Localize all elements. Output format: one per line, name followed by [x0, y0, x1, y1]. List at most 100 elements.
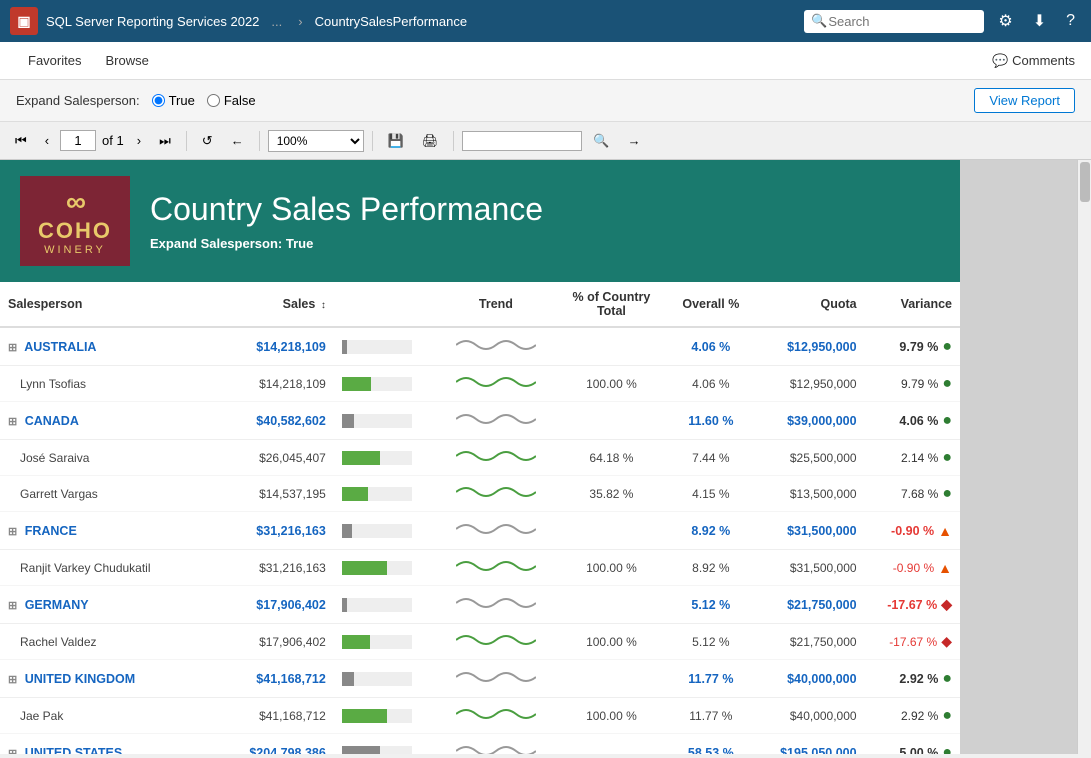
- refresh-button[interactable]: ↺: [195, 129, 220, 153]
- last-page-button[interactable]: ⏭: [152, 129, 178, 153]
- country-bar: [342, 524, 412, 538]
- indicator-icon: ▲: [938, 560, 952, 576]
- first-page-button[interactable]: ⏮: [8, 129, 34, 153]
- bar-fill: [342, 746, 381, 754]
- download-button[interactable]: ⬇: [1027, 7, 1052, 35]
- logo-company-name: COHO: [38, 218, 112, 244]
- person-variance: 2.14 % ●: [873, 449, 952, 467]
- country-bar: [342, 598, 412, 612]
- country-row: ⊞ UNITED KINGDOM $41,168,712 11.77 % $40…: [0, 660, 960, 698]
- country-row: ⊞ AUSTRALIA $14,218,109 4.06 % $12,950,0…: [0, 327, 960, 366]
- country-name: ⊞ UNITED STATES: [0, 734, 203, 755]
- settings-button[interactable]: ⚙: [992, 7, 1018, 35]
- back-button[interactable]: ←: [224, 129, 251, 152]
- person-variance: 2.92 % ●: [873, 707, 952, 725]
- country-row: ⊞ GERMANY $17,906,402 5.12 % $21,750,000…: [0, 586, 960, 624]
- comments-icon: 💬: [992, 53, 1008, 69]
- person-bar-cell: [334, 476, 437, 512]
- person-name: Lynn Tsofias: [0, 366, 203, 402]
- country-variance: 9.79 % ●: [873, 338, 952, 356]
- person-name: Jae Pak: [0, 698, 203, 734]
- save-button[interactable]: 💾: [381, 129, 411, 153]
- expand-icon[interactable]: ⊞: [8, 342, 17, 354]
- person-trend: [436, 366, 555, 402]
- table-row: Lynn Tsofias $14,218,109 100.00 % 4.06 %…: [0, 366, 960, 402]
- page-number-input[interactable]: [60, 130, 96, 151]
- country-quota: $12,950,000: [754, 327, 864, 366]
- col-header-salesperson: Salesperson: [0, 282, 203, 327]
- prev-page-button[interactable]: ‹: [38, 129, 56, 152]
- person-variance: -0.90 % ▲: [873, 560, 952, 576]
- browse-tab[interactable]: Browse: [93, 45, 160, 76]
- sort-icon: ↕: [321, 300, 326, 311]
- nav-separator: ...: [271, 14, 282, 29]
- report-toolbar: ⏮ ‹ of 1 › ⏭ ↺ ← 100% 75% 150% 200% Page…: [0, 122, 1091, 160]
- print-button[interactable]: 🖨: [415, 129, 446, 153]
- person-pct-of-country: 100.00 %: [556, 624, 668, 660]
- expand-icon[interactable]: ⊞: [8, 748, 17, 755]
- toolbar-separator-3: [372, 131, 373, 151]
- country-pct-of-country: [556, 586, 668, 624]
- person-bar-cell: [334, 624, 437, 660]
- scrollbar-track[interactable]: [1077, 160, 1091, 754]
- radio-false[interactable]: False: [207, 93, 256, 108]
- help-button[interactable]: ?: [1060, 8, 1081, 34]
- search-input[interactable]: [804, 10, 984, 33]
- country-pct-of-country: [556, 512, 668, 550]
- country-bar: [342, 414, 412, 428]
- expand-salesperson-label: Expand Salesperson:: [16, 93, 140, 108]
- breadcrumb-arrow: ›: [298, 14, 302, 29]
- bar-fill: [342, 598, 348, 612]
- radio-true-input[interactable]: [152, 94, 165, 107]
- person-sales: $41,168,712: [203, 698, 334, 734]
- country-sales: $40,582,602: [203, 402, 334, 440]
- country-quota: $21,750,000: [754, 586, 864, 624]
- country-variance-cell: 4.06 % ●: [865, 402, 960, 440]
- person-variance: 9.79 % ●: [873, 375, 952, 393]
- report-search-input[interactable]: [462, 131, 582, 151]
- find-next-button[interactable]: →: [621, 129, 648, 152]
- country-overall: 4.06 %: [667, 327, 754, 366]
- favorites-tab[interactable]: Favorites: [16, 45, 93, 76]
- report-content: ∞ COHO WINERY Country Sales Performance …: [0, 160, 960, 754]
- indicator-icon: ●: [942, 375, 952, 393]
- person-quota: $25,500,000: [754, 440, 864, 476]
- comments-button[interactable]: 💬 Comments: [992, 53, 1075, 69]
- zoom-select[interactable]: 100% 75% 150% 200% Page Width Whole Page: [268, 130, 364, 152]
- expand-icon[interactable]: ⊞: [8, 526, 17, 538]
- person-bar-fill: [342, 561, 388, 575]
- person-overall: 5.12 %: [667, 624, 754, 660]
- person-sales: $26,045,407: [203, 440, 334, 476]
- col-header-bar: [334, 282, 437, 327]
- country-trend: [436, 586, 555, 624]
- report-area[interactable]: ∞ COHO WINERY Country Sales Performance …: [0, 160, 1091, 754]
- expand-icon[interactable]: ⊞: [8, 600, 17, 612]
- view-report-button[interactable]: View Report: [974, 88, 1075, 113]
- country-bar: [342, 672, 412, 686]
- expand-icon[interactable]: ⊞: [8, 416, 17, 428]
- scrollbar-thumb[interactable]: [1080, 162, 1090, 202]
- country-bar-cell: [334, 734, 437, 755]
- radio-true[interactable]: True: [152, 93, 195, 108]
- app-logo: ▣: [10, 7, 38, 35]
- next-page-button[interactable]: ›: [130, 129, 148, 152]
- radio-false-input[interactable]: [207, 94, 220, 107]
- find-button[interactable]: 🔍: [586, 129, 616, 153]
- person-bar-fill: [342, 377, 371, 391]
- indicator-icon: ◆: [941, 633, 952, 650]
- person-bar-fill: [342, 451, 381, 465]
- person-trend: [436, 440, 555, 476]
- person-variance: -17.67 % ◆: [873, 633, 952, 650]
- person-pct-of-country: 35.82 %: [556, 476, 668, 512]
- subtitle-value: True: [286, 236, 313, 251]
- person-variance-cell: 2.92 % ●: [865, 698, 960, 734]
- person-name: José Saraiva: [0, 440, 203, 476]
- person-pct-of-country: 64.18 %: [556, 440, 668, 476]
- person-bar-fill: [342, 487, 369, 501]
- person-overall: 4.15 %: [667, 476, 754, 512]
- expand-icon[interactable]: ⊞: [8, 674, 17, 686]
- indicator-icon: ●: [942, 449, 952, 467]
- comments-label: Comments: [1012, 53, 1075, 68]
- person-bar: [342, 709, 412, 723]
- country-overall: 5.12 %: [667, 586, 754, 624]
